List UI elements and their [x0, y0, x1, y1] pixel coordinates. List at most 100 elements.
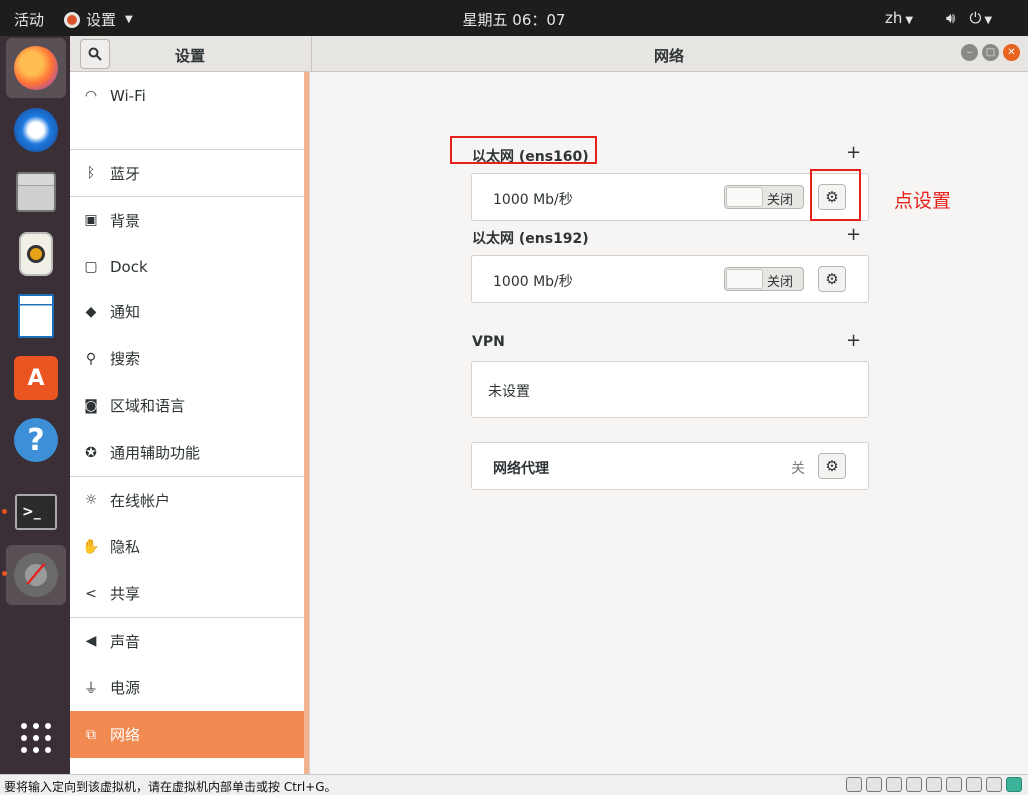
- toggle-label: 关闭: [767, 275, 794, 290]
- sidebar-item-label: 在线帐户: [110, 491, 171, 510]
- sidebar-item-accessibility[interactable]: ✪ 通用辅助功能: [70, 429, 305, 476]
- proxy-title: 网络代理: [493, 461, 549, 477]
- sidebar-item-label: 搜索: [110, 350, 141, 368]
- bluetooth-icon: ᛒ: [86, 165, 96, 181]
- sidebar-item-devices[interactable]: ⊡设备›: [70, 758, 305, 774]
- grid-icon: [21, 723, 51, 753]
- help-launcher[interactable]: ?: [6, 410, 66, 470]
- thunderbird-launcher[interactable]: [6, 100, 66, 160]
- network-icon: ⧉: [86, 726, 96, 743]
- message-icon[interactable]: [1006, 777, 1022, 792]
- software-launcher[interactable]: A: [6, 348, 66, 408]
- sidebar-item-label: 声音: [110, 632, 141, 651]
- sidebar-scroll-indicator: [304, 72, 309, 774]
- sidebar-item-network[interactable]: ⧉ 网络: [70, 711, 305, 758]
- sound-icon: ◀: [85, 633, 97, 649]
- add-vpn-button[interactable]: +: [846, 330, 861, 351]
- toggle-knob: [726, 269, 763, 289]
- usb-icon[interactable]: [926, 777, 942, 792]
- wired-toggle[interactable]: 关闭: [724, 267, 804, 291]
- sidebar-item-dock[interactable]: ▢ Dock: [70, 243, 305, 290]
- power-icon: ⏚: [84, 680, 98, 697]
- sidebar-item-sharing[interactable]: < 共享: [70, 570, 305, 617]
- share-icon: <: [85, 585, 97, 602]
- sidebar-item-online-accounts[interactable]: ☼ 在线帐户: [70, 476, 305, 523]
- terminal-launcher[interactable]: >_: [6, 482, 66, 542]
- sidebar-item-wifi[interactable]: ◠ Wi-Fi: [70, 72, 305, 119]
- region-icon: ◙: [84, 397, 98, 414]
- network-adapter-icon[interactable]: [906, 777, 922, 792]
- maximize-button[interactable]: □: [982, 44, 999, 61]
- sidebar-item-bluetooth[interactable]: ᛒ 蓝牙: [70, 149, 305, 196]
- network-panel: 以太网 (ens160) + 1000 Mb/秒 关闭 ⚙ 点设置 以太网 (e…: [311, 72, 1028, 774]
- sidebar-item-label: 共享: [110, 585, 141, 603]
- sidebar-item-notifications[interactable]: ◆ 通知: [70, 288, 305, 335]
- sidebar-item-privacy[interactable]: ✋ 隐私: [70, 523, 305, 570]
- sidebar-item-search[interactable]: ⚲ 搜索: [70, 335, 305, 382]
- rhythmbox-launcher[interactable]: [6, 224, 66, 284]
- minimize-button[interactable]: –: [961, 44, 978, 61]
- annotation-text: 点设置: [894, 190, 952, 212]
- add-wired-button[interactable]: +: [846, 224, 861, 245]
- vm-device-icons: [846, 777, 1022, 792]
- top-bar: 活动 设置 ▼ 星期五 06：07 zh ▼ 🔊︎ ⏻ ▼: [0, 0, 1028, 36]
- sidebar-item-label: 区域和语言: [110, 397, 186, 415]
- printer-icon[interactable]: [946, 777, 962, 792]
- background-icon: ▣: [84, 212, 98, 228]
- proxy-status: 关: [791, 461, 805, 477]
- close-button[interactable]: ✕: [1003, 44, 1020, 61]
- display-icon[interactable]: [986, 777, 1002, 792]
- show-applications-button[interactable]: [6, 708, 66, 768]
- status-message: 要将输入定向到该虚拟机，请在虚拟机内部单击或按 Ctrl+G。: [4, 780, 337, 794]
- firefox-launcher[interactable]: [6, 38, 66, 98]
- harddisk-icon[interactable]: [846, 777, 862, 792]
- clock[interactable]: 星期五 06：07: [0, 9, 1028, 30]
- gear-icon: ⚙: [825, 270, 839, 288]
- system-menu[interactable]: 🔊︎ ⏻ ▼: [946, 9, 992, 27]
- wired-speed: 1000 Mb/秒: [493, 192, 573, 208]
- proxy-settings-button[interactable]: ⚙: [818, 453, 846, 479]
- files-launcher[interactable]: [6, 162, 66, 222]
- cdrom-icon[interactable]: [866, 777, 882, 792]
- sidebar-item-label: Wi-Fi: [110, 86, 146, 105]
- vpn-section-title: VPN: [472, 334, 505, 350]
- search-button[interactable]: [80, 39, 110, 69]
- files-icon: [16, 172, 56, 212]
- online-accounts-icon: ☼: [84, 492, 98, 508]
- proxy-card[interactable]: 网络代理 关 ⚙: [471, 442, 869, 490]
- sidebar-item-power[interactable]: ⏚ 电源: [70, 664, 305, 711]
- input-language-label: zh: [885, 9, 903, 27]
- chevron-down-icon: ▼: [905, 15, 914, 26]
- page-title: 网络: [654, 47, 685, 65]
- gear-icon: ⚙: [825, 457, 839, 475]
- writer-launcher[interactable]: [6, 286, 66, 346]
- wired-speed: 1000 Mb/秒: [493, 274, 573, 290]
- sidebar-item-region[interactable]: ◙ 区域和语言: [70, 382, 305, 429]
- sidebar-item-label: 背景: [110, 211, 141, 230]
- vpn-status: 未设置: [488, 384, 530, 400]
- wired-toggle[interactable]: 关闭: [724, 185, 804, 209]
- network-adapter-icon[interactable]: [886, 777, 902, 792]
- input-language-menu[interactable]: zh ▼: [885, 9, 913, 27]
- privacy-icon: ✋: [82, 538, 100, 555]
- settings-launcher[interactable]: ⟋: [6, 545, 66, 605]
- sidebar-item-sound[interactable]: ◀ 声音: [70, 617, 305, 664]
- window-controls: – □ ✕: [961, 44, 1020, 61]
- annotation-highlight-title: [450, 136, 597, 164]
- sidebar-item-label: 通知: [110, 303, 141, 321]
- sound-card-icon[interactable]: [966, 777, 982, 792]
- libreoffice-writer-icon: [18, 294, 54, 338]
- add-wired-button[interactable]: +: [846, 142, 861, 163]
- settings-window: 设置 网络 – □ ✕ ◠ Wi-Fi ᛒ 蓝牙 ▣ 背景 ▢ Dock ◆ 通知 ⚲ 搜索…: [70, 36, 1028, 774]
- sidebar-item-label: 电源: [110, 679, 141, 697]
- accessibility-icon: ✪: [85, 444, 97, 461]
- power-icon: ⏻ ▼: [969, 9, 993, 27]
- sidebar-item-label: 蓝牙: [110, 164, 141, 183]
- wired-section-title: 以太网 (ens192): [472, 231, 589, 247]
- sidebar-item-background[interactable]: ▣ 背景: [70, 196, 305, 243]
- software-center-icon: A: [14, 356, 58, 400]
- wired-settings-button[interactable]: ⚙: [818, 266, 846, 292]
- dock: A ? >_ ⟋: [0, 36, 70, 774]
- firefox-icon: [14, 46, 58, 90]
- header-bar: 设置 网络 – □ ✕: [70, 36, 1028, 72]
